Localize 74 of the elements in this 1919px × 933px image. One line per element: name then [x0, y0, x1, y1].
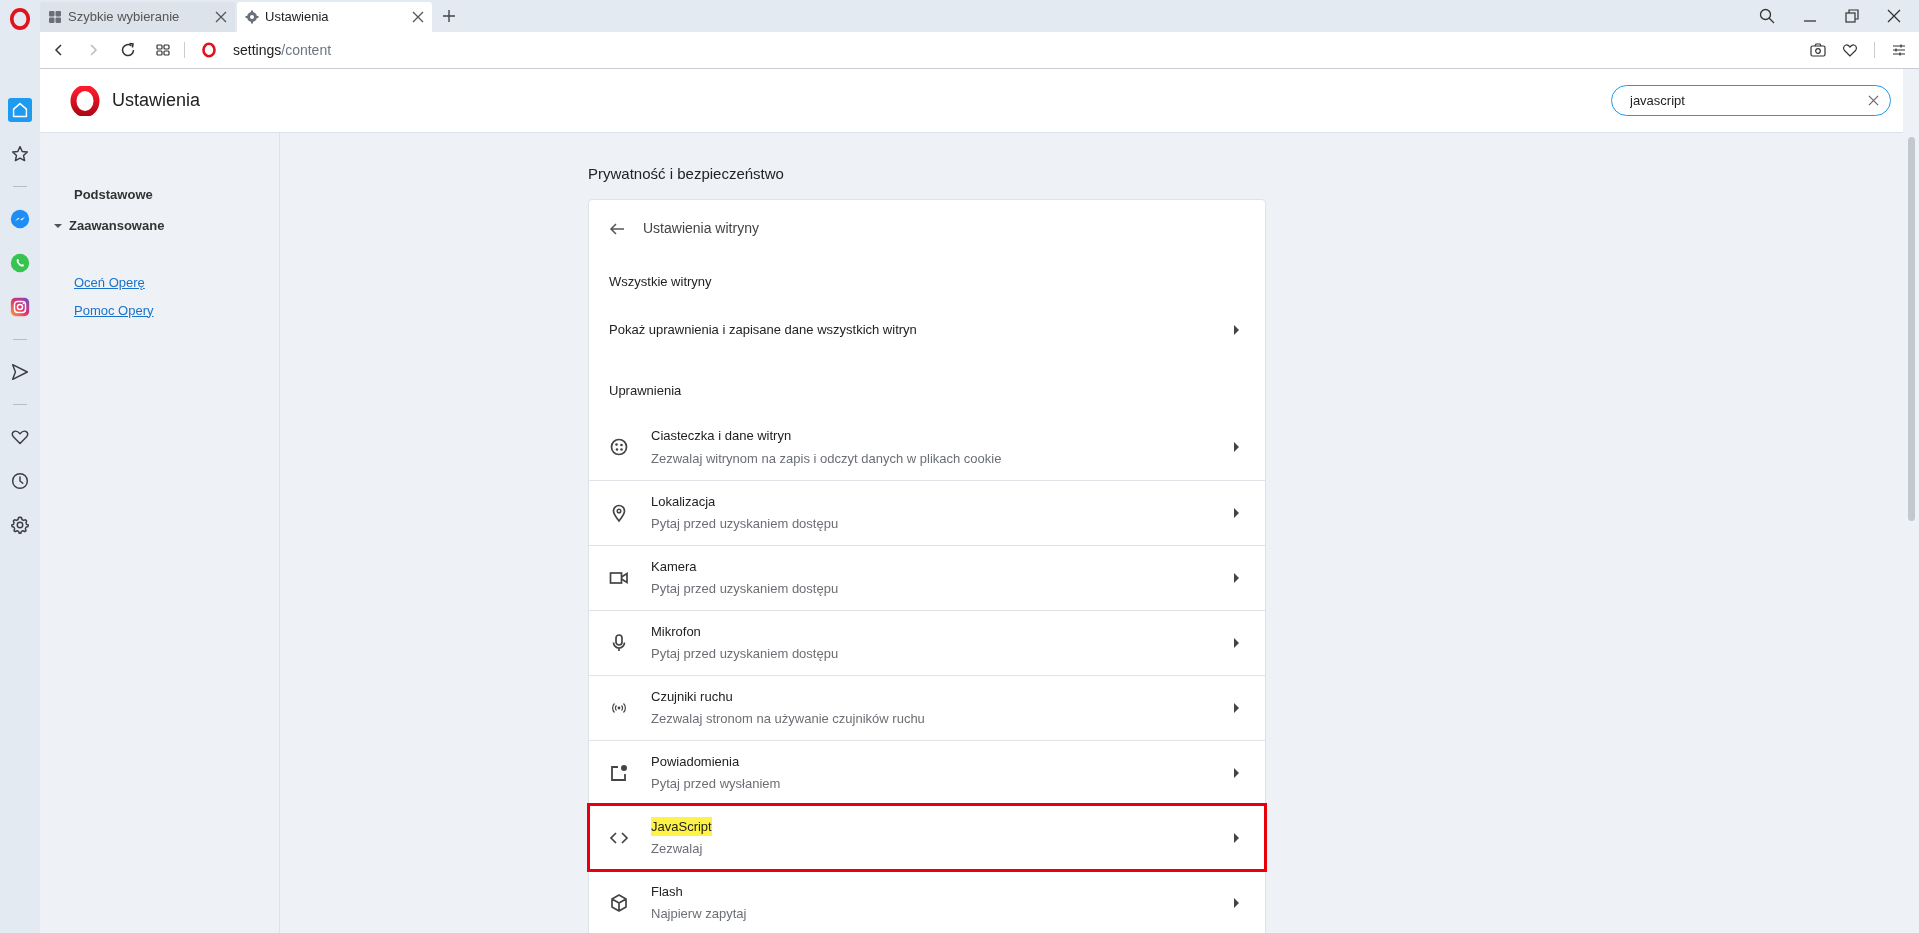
permission-status: Pytaj przed wysłaniem — [651, 775, 782, 793]
permission-status: Pytaj przed uzyskaniem dostępu — [651, 515, 840, 533]
help-link[interactable]: Oceń Operę — [74, 273, 145, 293]
card-title: Ustawienia witryny — [643, 219, 759, 238]
chevron-icon — [1233, 442, 1239, 452]
opera-logo[interactable] — [9, 8, 31, 30]
tab-title: Szybkie wybieranie — [68, 8, 181, 27]
permission-title: Kamera — [651, 557, 697, 576]
opera-logo — [201, 42, 217, 58]
clear-icon[interactable] — [1868, 95, 1879, 106]
permission-title: Ciasteczka i dane witryn — [651, 427, 792, 445]
scrollbar-thumb[interactable] — [1907, 137, 1915, 521]
opera-logo — [70, 85, 100, 116]
chevron-icon — [1233, 767, 1239, 778]
chevron-icon — [1233, 897, 1239, 908]
reload-icon[interactable] — [120, 42, 136, 58]
grid-icon[interactable] — [156, 43, 170, 57]
camera-icon[interactable] — [1810, 42, 1826, 58]
chevron-icon — [1233, 702, 1239, 713]
chevron-icon — [1233, 572, 1239, 583]
permission-status: Pytaj przed uzyskaniem dostępu — [651, 580, 840, 598]
page-title: Ustawienia — [112, 89, 201, 112]
nav-item[interactable]: Podstawowe — [40, 179, 279, 210]
chevron-icon — [1233, 637, 1239, 648]
section-title: Prywatność i bezpieczeństwo — [588, 164, 785, 184]
home-icon[interactable] — [8, 98, 32, 122]
permission-status: Pytaj przed uzyskaniem dostępu — [651, 645, 840, 663]
heart-icon[interactable] — [1842, 42, 1858, 58]
group-heading: Uprawnienia — [609, 382, 682, 400]
permission-title: Lokalizacja — [651, 492, 716, 511]
cookie-icon — [609, 437, 629, 457]
nav-item[interactable]: Zaawansowane — [40, 210, 279, 241]
list-row[interactable]: Pokaż uprawnienia i zapisane dane wszystkich witryn — [589, 304, 1265, 355]
permission-row[interactable]: Flash Najpierw zapytaj — [589, 869, 1265, 933]
search-field[interactable]: javascript — [1611, 85, 1891, 116]
tab-title: Ustawienia — [265, 8, 330, 27]
permission-status: Najpierw zapytaj — [651, 905, 748, 923]
search-icon[interactable] — [1759, 8, 1775, 24]
restore-icon[interactable] — [1845, 9, 1859, 23]
permission-title: Powiadomienia — [651, 752, 740, 771]
back-arrow-icon[interactable] — [609, 220, 625, 237]
camera-square-icon[interactable] — [8, 295, 32, 319]
close-icon[interactable] — [215, 11, 227, 23]
sliders-icon[interactable] — [1891, 42, 1907, 58]
close-icon[interactable] — [412, 11, 424, 23]
permission-row[interactable]: Ciasteczka i dane witryn Zezwalaj witrynom na zapis i odczyt danych w plikach cookie — [589, 414, 1265, 480]
permission-status: Zezwalaj stronom na używanie czujników ruchu — [651, 710, 926, 728]
address-field[interactable]: settings/content — [233, 39, 332, 61]
chevron-icon — [1233, 324, 1239, 335]
new-tab-icon[interactable] — [442, 9, 456, 23]
permission-title: Mikrofon — [651, 622, 701, 641]
chevron-icon — [1233, 507, 1239, 518]
permission-row[interactable]: Mikrofon Pytaj przed uzyskaniem dostępu — [589, 609, 1265, 675]
permission-title: Czujniki ruchu — [651, 687, 733, 706]
cube-icon — [609, 892, 629, 913]
chevron-icon — [1233, 832, 1239, 843]
close-icon[interactable] — [1887, 9, 1901, 23]
browser-tab[interactable]: Szybkie wybieranie — [40, 2, 235, 32]
browser-tab[interactable]: Ustawienia — [237, 2, 432, 32]
permission-status: Zezwalaj witrynom na zapis i odczyt danych w plikach cookie — [651, 449, 1003, 468]
permission-row[interactable]: Czujniki ruchu Zezwalaj stronom na używanie czujników ruchu — [589, 674, 1265, 740]
gear-icon — [245, 10, 259, 24]
permission-row[interactable]: Kamera Pytaj przed uzyskaniem dostępu — [589, 544, 1265, 610]
permission-row[interactable]: JavaScript Zezwalaj — [589, 804, 1265, 870]
help-link[interactable]: Pomoc Opery — [74, 300, 154, 320]
chat-bubble-icon[interactable] — [8, 207, 32, 231]
notification-icon — [609, 762, 629, 783]
grid-icon — [48, 10, 62, 24]
group-heading: Wszystkie witryny — [609, 273, 712, 292]
permission-status: Zezwalaj — [651, 840, 704, 858]
permission-row[interactable]: Powiadomienia Pytaj przed wysłaniem — [589, 739, 1265, 805]
permission-row[interactable]: Lokalizacja Pytaj przed uzyskaniem dostępu — [589, 479, 1265, 545]
permission-title: JavaScript — [651, 816, 712, 836]
permission-title: Flash — [651, 882, 683, 901]
